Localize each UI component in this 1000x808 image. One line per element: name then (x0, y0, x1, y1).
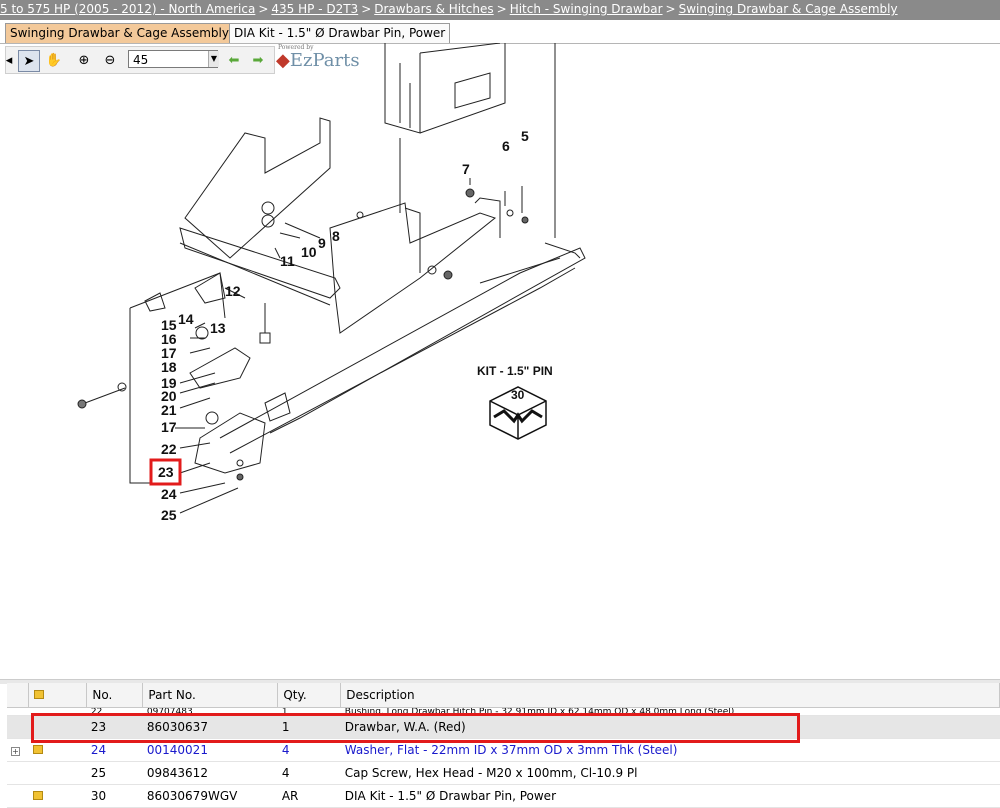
cell-no: 25 (86, 761, 143, 785)
cell-no: 30 (86, 784, 143, 808)
ezparts-logo: Powered by ◆EzParts (276, 44, 360, 71)
callout-21[interactable]: 21 (161, 402, 177, 418)
callout-17b[interactable]: 17 (161, 419, 177, 435)
callout-12[interactable]: 12 (225, 283, 241, 299)
callout-25[interactable]: 25 (161, 507, 177, 523)
cell-part: 09843612 (142, 761, 278, 785)
next-arrow-icon[interactable]: ➡ (248, 50, 268, 70)
parts-diagram: 5 6 7 8 9 10 11 12 13 14 15 16 17 18 19 … (77, 43, 586, 523)
col-header-part[interactable]: Part No. (142, 683, 279, 708)
breadcrumb-link-model[interactable]: 5 to 575 HP (2005 - 2012) - North Americ… (0, 2, 255, 16)
callout-10[interactable]: 10 (301, 244, 317, 260)
toolbar-scroll-left-icon[interactable]: ◂ (6, 50, 13, 70)
zoom-in-icon[interactable]: ⊕ (74, 50, 94, 70)
callout-6[interactable]: 6 (502, 138, 510, 154)
table-row[interactable]: 25 09843612 4 Cap Screw, Hex Head - M20 … (7, 761, 1000, 785)
col-header-qty[interactable]: Qty. (277, 683, 342, 708)
callout-22[interactable]: 22 (161, 441, 177, 457)
callout-18[interactable]: 18 (161, 359, 177, 375)
callout-7[interactable]: 7 (462, 161, 470, 177)
callout-24[interactable]: 24 (161, 486, 177, 502)
icon-col-header (28, 683, 88, 708)
selected-row-highlight (31, 713, 800, 743)
book-icon[interactable] (32, 791, 43, 800)
callout-5[interactable]: 5 (521, 128, 529, 144)
col-header-no[interactable]: No. (86, 683, 144, 708)
callout-13[interactable]: 13 (210, 320, 226, 336)
kit-label: KIT - 1.5" PIN (477, 364, 553, 378)
tab-swinging-drawbar[interactable]: Swinging Drawbar & Cage Assembly (5, 23, 234, 43)
cell-desc: DIA Kit - 1.5" Ø Drawbar Pin, Power (340, 784, 1000, 808)
col-header-desc[interactable]: Description (340, 683, 1000, 708)
table-row[interactable]: 30 86030679WGV AR DIA Kit - 1.5" Ø Drawb… (7, 784, 1000, 808)
logo-book-icon: ◆ (276, 50, 290, 71)
previous-arrow-icon[interactable]: ⬅ (224, 50, 244, 70)
expand-col-header (7, 683, 30, 708)
callout-11[interactable]: 11 (280, 253, 295, 269)
breadcrumb: 5 to 575 HP (2005 - 2012) - North Americ… (0, 0, 1000, 20)
callout-8[interactable]: 8 (332, 228, 340, 244)
parts-table: No. Part No. Qty. Description 22 0970748… (7, 683, 1000, 808)
expand-row-icon[interactable]: + (11, 747, 20, 756)
cell-part: 86030679WGV (142, 784, 278, 808)
callout-23[interactable]: 23 (158, 464, 174, 480)
breadcrumb-link-hitch[interactable]: Hitch - Swinging Drawbar (510, 2, 663, 16)
breadcrumb-link-drawbars[interactable]: Drawbars & Hitches (374, 2, 493, 16)
tab-bar: Swinging Drawbar & Cage Assembly DIA Kit… (0, 20, 1000, 44)
callout-9[interactable]: 9 (318, 235, 326, 251)
book-icon[interactable] (32, 745, 43, 754)
book-icon (34, 690, 45, 699)
kit-number: 30 (511, 388, 525, 402)
pan-hand-icon[interactable]: ✋ (44, 50, 64, 70)
viewer-toolbar: ◂ ➤ ✋ ⊕ ⊖ 45 ▼ ⬅ ➡ (5, 46, 275, 74)
select-pointer-icon[interactable]: ➤ (18, 50, 40, 72)
callout-14[interactable]: 14 (178, 311, 194, 327)
breadcrumb-link-hp[interactable]: 435 HP - D2T3 (271, 2, 358, 16)
cell-qty: 4 (277, 761, 341, 785)
table-header-row: No. Part No. Qty. Description (7, 683, 1000, 708)
zoom-dropdown-icon[interactable]: ▼ (208, 51, 219, 67)
zoom-input[interactable]: 45 (128, 50, 218, 68)
zoom-out-icon[interactable]: ⊖ (100, 50, 120, 70)
tab-dia-kit[interactable]: DIA Kit - 1.5" Ø Drawbar Pin, Power (229, 23, 451, 43)
breadcrumb-link-assembly[interactable]: Swinging Drawbar & Cage Assembly (679, 2, 898, 16)
cell-desc: Cap Screw, Hex Head - M20 x 100mm, Cl-10… (340, 761, 1000, 785)
cell-qty: AR (277, 784, 341, 808)
